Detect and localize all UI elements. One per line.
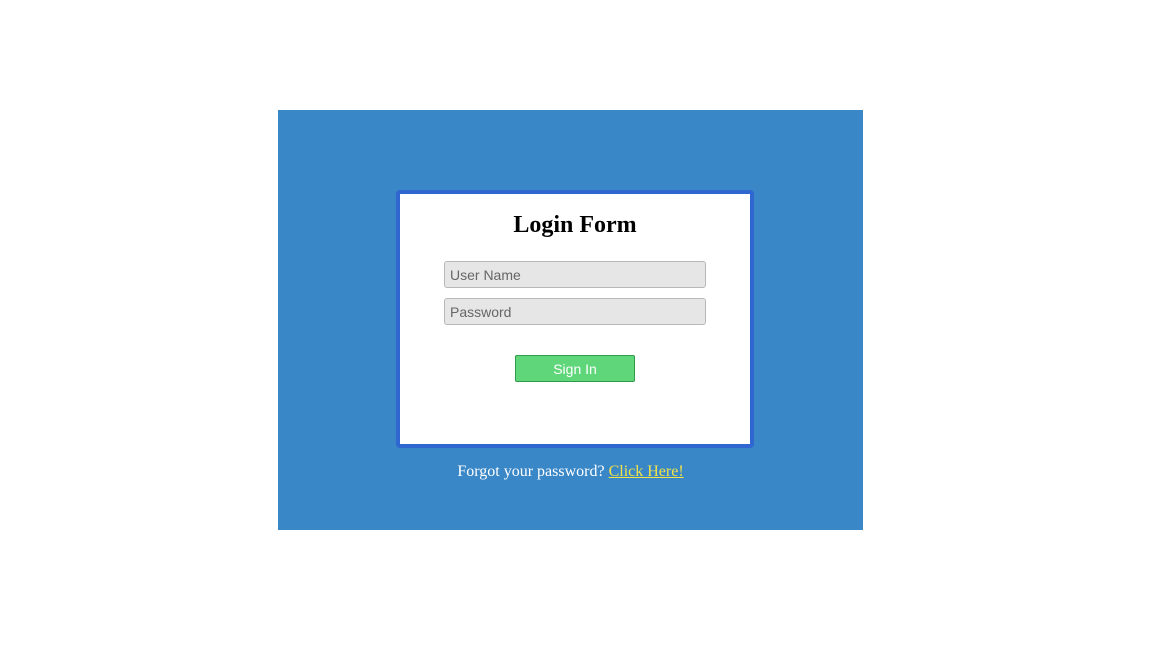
form-title: Login Form: [513, 212, 637, 238]
forgot-password-line: Forgot your password? Click Here!: [278, 463, 863, 481]
password-input[interactable]: [444, 298, 706, 325]
sign-in-button[interactable]: Sign In: [515, 355, 635, 382]
login-panel: Login Form Sign In Forgot your password?…: [278, 110, 863, 530]
reset-password-link[interactable]: Click Here!: [609, 463, 684, 480]
login-card: Login Form Sign In: [396, 190, 754, 448]
username-input[interactable]: [444, 261, 706, 288]
forgot-password-text: Forgot your password?: [457, 463, 605, 480]
